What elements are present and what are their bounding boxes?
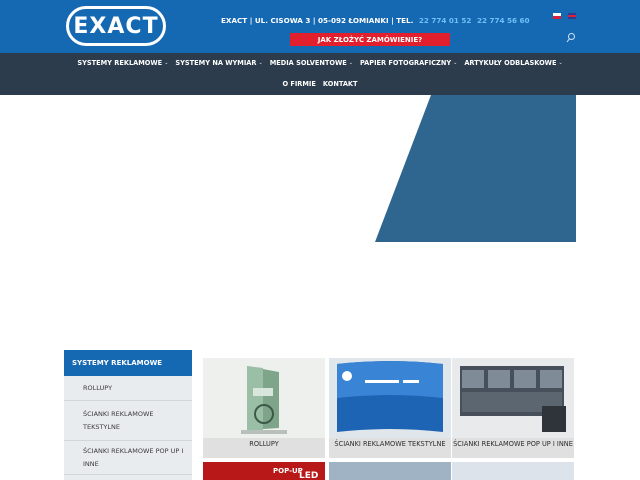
logo-text: EXACT <box>73 13 159 39</box>
product-caption: ŚCIANKI REKLAMOWE TEKSTYLNE <box>329 438 451 458</box>
chevron-down-icon: ⌄ <box>558 60 563 66</box>
category-sidebar: SYSTEMY REKLAMOWE ROLLUPY ŚCIANKI REKLAM… <box>64 350 192 480</box>
product-caption: ROLLUPY <box>203 438 325 458</box>
sidebar-item-scianki-pop-up[interactable]: ŚCIANKI REKLAMOWE POP UP I INNE <box>64 441 192 475</box>
en-flag-icon[interactable] <box>568 13 576 19</box>
nav-item-kontakt[interactable]: KONTAKT <box>323 80 358 88</box>
how-to-order-button[interactable]: JAK ZŁOŻYĆ ZAMÓWIENIE? <box>290 33 450 46</box>
sidebar-item-scianki-tekstylne[interactable]: ŚCIANKI REKLAMOWE TEKSTYLNE <box>64 401 192 441</box>
pl-flag-icon[interactable] <box>553 13 561 19</box>
nav-item-artykuly-odblaskowe[interactable]: ARTYKUŁY ODBLASKOWE ⌄ <box>464 59 562 67</box>
company-address: EXACT | UL. CISOWA 3 | 05-092 ŁOMIANKI |… <box>221 16 529 25</box>
chevron-down-icon: ⌄ <box>348 60 353 66</box>
product-image-rollup <box>203 358 325 438</box>
nav-item-papier-fotograficzny[interactable]: PAPIER FOTOGRAFICZNY ⌄ <box>360 59 457 67</box>
nav-row-secondary: O FIRMIE KONTAKT <box>0 80 640 88</box>
product-tile-5[interactable] <box>329 462 451 480</box>
phone-link-2[interactable]: 22 774 56 60 <box>477 16 530 25</box>
product-tile-6[interactable] <box>452 462 574 480</box>
exact-logo[interactable]: EXACT <box>66 6 166 46</box>
nav-item-systemy-reklamowe[interactable]: SYSTEMY REKLAMOWE ⌄ <box>77 59 168 67</box>
address-text: EXACT | UL. CISOWA 3 | 05-092 ŁOMIANKI |… <box>221 16 414 25</box>
product-image-popup-led: POP-UP LED <box>203 462 325 480</box>
search-icon[interactable] <box>566 29 576 43</box>
product-image-textile-wall <box>329 358 451 438</box>
chevron-down-icon: ⌄ <box>164 60 169 66</box>
product-tile-scianki-tekstylne[interactable]: ŚCIANKI REKLAMOWE TEKSTYLNE <box>329 358 451 458</box>
main-navigation: SYSTEMY REKLAMOWE ⌄ SYSTEMY NA WYMIAR ⌄ ME… <box>0 53 640 95</box>
svg-text:LED: LED <box>299 471 318 480</box>
product-image-popup-wall <box>452 358 574 438</box>
product-tile-4[interactable]: POP-UP LED <box>203 462 325 480</box>
chevron-down-icon: ⌄ <box>258 60 263 66</box>
nav-item-systemy-na-wymiar[interactable]: SYSTEMY NA WYMIAR ⌄ <box>175 59 262 67</box>
sidebar-heading[interactable]: SYSTEMY REKLAMOWE <box>64 350 192 376</box>
nav-item-media-solventowe[interactable]: MEDIA SOLVENTOWE ⌄ <box>270 59 353 67</box>
product-tile-rollupy[interactable]: ROLLUPY <box>203 358 325 458</box>
hero-banner-shape <box>375 95 576 242</box>
chevron-down-icon: ⌄ <box>453 60 458 66</box>
sidebar-item-rollupy[interactable]: ROLLUPY <box>64 376 192 401</box>
phone-link-1[interactable]: 22 774 01 52 <box>419 16 472 25</box>
product-caption: ŚCIANKI REKLAMOWE POP UP I INNE <box>452 438 574 458</box>
product-tile-scianki-pop-up[interactable]: ŚCIANKI REKLAMOWE POP UP I INNE <box>452 358 574 458</box>
top-header-bar: EXACT EXACT | UL. CISOWA 3 | 05-092 ŁOMI… <box>0 0 640 53</box>
nav-item-o-firmie[interactable]: O FIRMIE <box>282 80 315 88</box>
nav-row-primary: SYSTEMY REKLAMOWE ⌄ SYSTEMY NA WYMIAR ⌄ ME… <box>0 59 640 67</box>
